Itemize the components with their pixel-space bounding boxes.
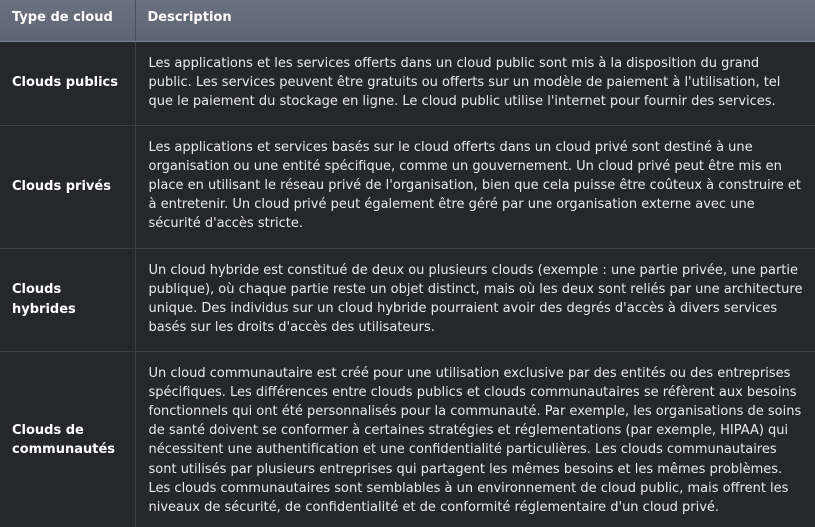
description-cell: Les applications et services basés sur l… <box>135 125 815 249</box>
description-cell: Un cloud hybride est constitué de deux o… <box>135 248 815 352</box>
table-row: Clouds publics Les applications et les s… <box>0 41 815 126</box>
description-cell: Un cloud communautaire est créé pour une… <box>148 365 802 515</box>
cloud-types-table: Type de cloud Description Clouds publics… <box>0 0 815 527</box>
table-row: Clouds de communautés Un cloud communaut… <box>0 351 815 527</box>
cloud-type-cell: Clouds hybrides <box>0 248 136 352</box>
table-row: Clouds hybrides Un cloud hybride est con… <box>0 248 815 352</box>
table-row: Clouds privés Les applications et servic… <box>0 125 815 249</box>
header-description: Description <box>135 0 815 42</box>
cloud-type-cell: Clouds publics <box>0 41 136 126</box>
table-header: Type de cloud Description <box>0 0 815 42</box>
table-body: Clouds publics Les applications et les s… <box>0 41 815 527</box>
cloud-type-cell: Clouds de communautés <box>0 351 136 527</box>
description-cell: Les applications et les services offerts… <box>135 41 815 126</box>
header-row: Type de cloud Description <box>0 0 815 42</box>
header-type: Type de cloud <box>0 0 136 42</box>
cloud-type-cell: Clouds privés <box>0 125 136 249</box>
